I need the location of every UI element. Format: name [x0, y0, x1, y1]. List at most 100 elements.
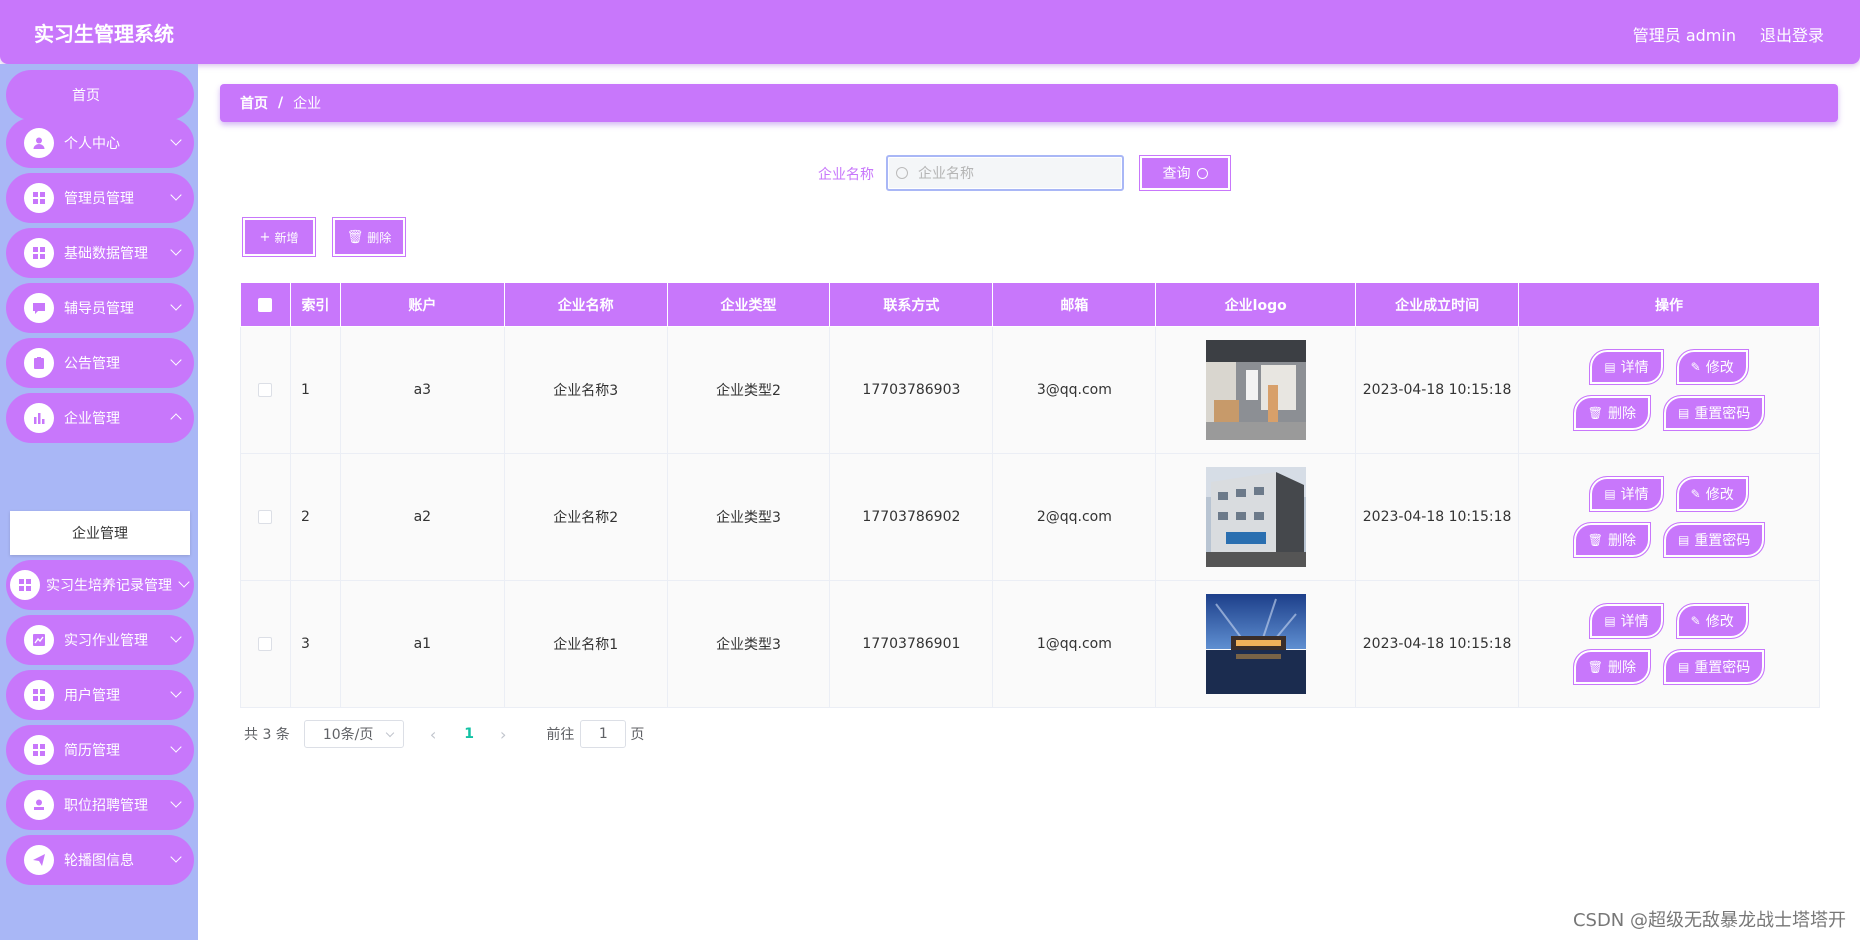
email-cell: 1@qq.com [992, 580, 1157, 708]
chevron-down-icon [170, 189, 182, 201]
add-button[interactable]: + 新增 [242, 217, 316, 257]
founded-cell: 2023-04-18 10:15:18 [1355, 580, 1520, 708]
goto-page-input[interactable]: 1 [580, 720, 627, 748]
table-row: 2 a2 企业名称2 企业类型3 17703786902 2@qq.com 20… [240, 453, 1820, 581]
reset-password-button[interactable]: ▤ 重置密码 [1662, 649, 1766, 685]
sidebar-item-homework[interactable]: 实习作业管理 [6, 615, 194, 665]
edit-icon: ✎ [1690, 360, 1701, 374]
search-input[interactable] [918, 165, 1108, 181]
enterprise-logo-image[interactable] [1205, 594, 1306, 694]
column-header: 企业名称 [503, 282, 668, 327]
chevron-up-icon [170, 413, 182, 425]
edit-label: 修改 [1705, 360, 1734, 376]
send-icon [24, 845, 54, 875]
type-cell: 企业类型3 [666, 580, 831, 708]
row-delete-button[interactable]: 🗑 删除 [1572, 395, 1651, 431]
sidebar-item-label: 职位招聘管理 [64, 798, 148, 814]
sidebar-subitem-enterprise-management[interactable]: 企业管理 [10, 511, 190, 555]
breadcrumb-home[interactable]: 首页 [240, 93, 268, 113]
select-all-checkbox[interactable] [258, 297, 273, 312]
grid-icon [24, 680, 54, 710]
detail-button[interactable]: ▤ 详情 [1589, 476, 1664, 512]
row-checkbox[interactable] [258, 510, 273, 524]
add-button-label: 新增 [274, 230, 299, 245]
column-header: 企业logo [1155, 282, 1357, 327]
search-box[interactable] [886, 155, 1124, 191]
query-button[interactable]: 查询 [1139, 155, 1231, 191]
column-header: 操作 [1518, 282, 1820, 327]
edit-label: 修改 [1705, 487, 1734, 503]
page-size-select[interactable]: 10条/页 [303, 720, 404, 748]
reset-password-button[interactable]: ▤ 重置密码 [1662, 395, 1766, 431]
chevron-down-icon [170, 686, 182, 698]
document-icon: ▤ [1604, 487, 1616, 501]
detail-button[interactable]: ▤ 详情 [1589, 349, 1664, 385]
column-header: 邮箱 [992, 282, 1157, 327]
prev-page-button[interactable]: ‹ [430, 725, 436, 744]
type-cell: 企业类型3 [666, 453, 831, 581]
row-delete-button[interactable]: 🗑 删除 [1572, 522, 1651, 558]
edit-button[interactable]: ✎ 修改 [1675, 349, 1749, 385]
sidebar-item-home[interactable]: 首页 [6, 70, 194, 120]
account-cell: a2 [339, 453, 505, 581]
logout-link[interactable]: 退出登录 [1760, 22, 1824, 46]
edit-button[interactable]: ✎ 修改 [1675, 476, 1749, 512]
detail-button[interactable]: ▤ 详情 [1589, 603, 1664, 639]
email-cell: 2@qq.com [992, 453, 1157, 581]
sidebar-item-basic-data[interactable]: 基础数据管理 [6, 228, 194, 278]
bar-chart-icon [24, 403, 54, 433]
reset-password-button[interactable]: ▤ 重置密码 [1662, 522, 1766, 558]
sidebar-item-admin-management[interactable]: 管理员管理 [6, 173, 194, 223]
sidebar-item-personal-center[interactable]: 个人中心 [6, 118, 194, 168]
sidebar-item-carousel[interactable]: 轮播图信息 [6, 835, 194, 885]
pagination: 共 3 条 10条/页 ‹ 1 › 前往 1 页 [244, 720, 644, 748]
document-icon: ▤ [1677, 406, 1690, 420]
breadcrumb-current: 企业 [293, 96, 322, 112]
delete-button[interactable]: 🗑 删除 [332, 217, 406, 257]
column-header: 索引 [289, 282, 341, 327]
chevron-down-icon [170, 796, 182, 808]
main-content: 首页 / 企业 企业名称 查询 + 新增 🗑 删除 索引 账户 企业名称 企业类… [198, 64, 1860, 940]
next-page-button[interactable]: › [500, 725, 506, 744]
user-label[interactable]: 管理员 admin [1633, 22, 1736, 46]
row-delete-button[interactable]: 🗑 删除 [1572, 649, 1651, 685]
sidebar-item-label: 企业管理 [64, 411, 120, 427]
clipboard-icon [24, 348, 54, 378]
row-select-cell[interactable] [240, 580, 291, 708]
detail-label: 详情 [1620, 614, 1649, 630]
sidebar-item-user-management[interactable]: 用户管理 [6, 670, 194, 720]
chevron-down-icon [170, 244, 182, 256]
sidebar-item-enterprise[interactable]: 企业管理 [6, 393, 194, 443]
sidebar-item-intern-training[interactable]: 实习生培养记录管理 [6, 560, 194, 610]
enterprise-logo-image[interactable] [1205, 340, 1306, 440]
row-select-cell[interactable] [240, 326, 291, 454]
grid-icon [24, 183, 54, 213]
sidebar-item-notice[interactable]: 公告管理 [6, 338, 194, 388]
app-title: 实习生管理系统 [34, 22, 174, 46]
edit-button[interactable]: ✎ 修改 [1675, 603, 1749, 639]
breadcrumb-separator: / [278, 95, 284, 111]
page-number[interactable]: 1 [464, 726, 474, 742]
total-count: 共 3 条 [244, 727, 290, 743]
sidebar-item-label: 基础数据管理 [64, 246, 148, 262]
top-right-menu: 管理员 admin 退出登录 [1633, 22, 1824, 46]
row-select-cell[interactable] [240, 453, 291, 581]
grid-icon [24, 238, 54, 268]
enterprise-logo-image[interactable] [1205, 467, 1306, 567]
chevron-down-icon [170, 354, 182, 366]
sidebar-item-counselor[interactable]: 辅导员管理 [6, 283, 194, 333]
top-bar: 实习生管理系统 管理员 admin 退出登录 [0, 0, 1860, 64]
column-header: 联系方式 [829, 282, 994, 327]
document-icon: ▤ [1677, 533, 1690, 547]
row-checkbox[interactable] [258, 383, 273, 397]
sidebar-item-recruitment[interactable]: 职位招聘管理 [6, 780, 194, 830]
row-checkbox[interactable] [258, 637, 273, 651]
select-all-cell[interactable] [240, 282, 291, 327]
sidebar-item-resume[interactable]: 简历管理 [6, 725, 194, 775]
index-cell: 1 [289, 326, 341, 454]
trash-icon: 🗑 [1587, 533, 1603, 547]
phone-cell: 17703786903 [829, 326, 994, 454]
trash-icon: 🗑 [1587, 660, 1603, 674]
detail-label: 详情 [1620, 360, 1649, 376]
operations-cell: ▤ 详情 ✎ 修改 🗑 删除 ▤ 重置密码 [1518, 580, 1820, 708]
